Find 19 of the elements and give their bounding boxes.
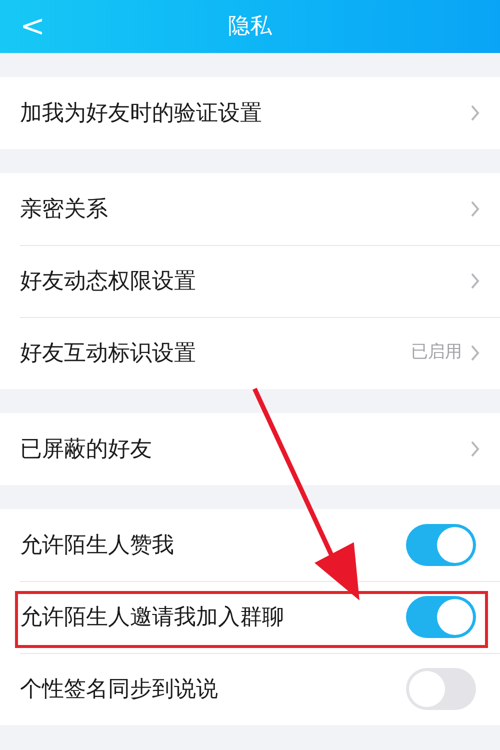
chevron-right-icon	[470, 440, 480, 458]
chevron-right-icon	[470, 344, 480, 362]
toggle-switch[interactable]	[406, 524, 476, 566]
toggle-switch[interactable]	[406, 596, 476, 638]
chevron-right-icon	[470, 200, 480, 218]
toggle-switch[interactable]	[406, 668, 476, 710]
setting-label: 好友动态权限设置	[20, 268, 197, 296]
back-button[interactable]: <	[20, 12, 46, 42]
setting-label: 加我为好友时的验证设置	[20, 100, 263, 128]
setting-label: 已屏蔽的好友	[20, 436, 153, 464]
page-title: 隐私	[228, 13, 272, 41]
chevron-right-icon	[470, 272, 480, 290]
setting-value: 已启用	[411, 341, 462, 364]
setting-label: 个性签名同步到说说	[20, 676, 219, 704]
chevron-right-icon	[470, 104, 480, 122]
setting-label: 好友互动标识设置	[20, 340, 197, 368]
setting-label: 允许陌生人赞我	[20, 532, 175, 560]
setting-label: 亲密关系	[20, 196, 109, 224]
setting-label: 允许陌生人邀请我加入群聊	[20, 604, 285, 632]
